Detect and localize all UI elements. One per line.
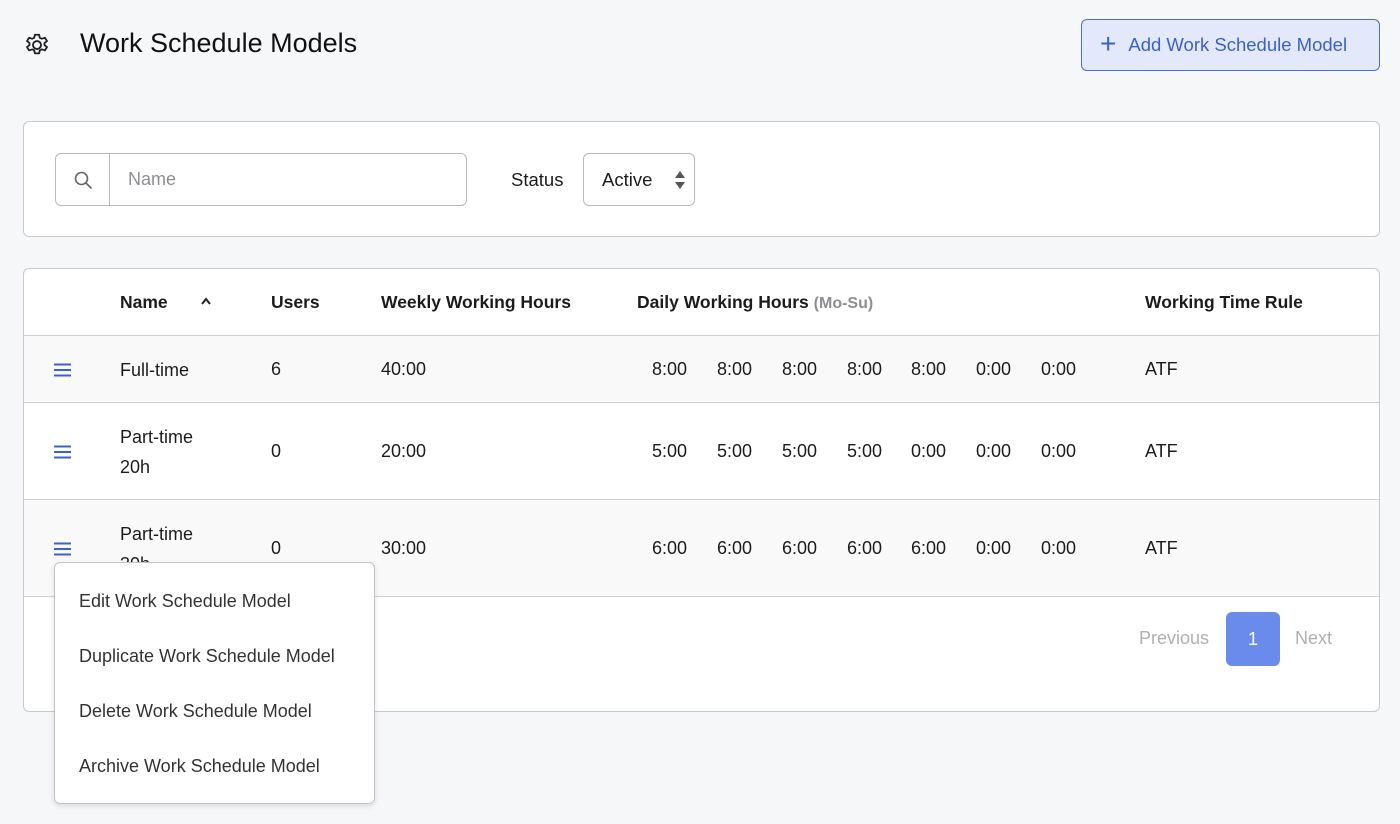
row-menu-icon[interactable]	[53, 541, 73, 557]
row-daily-hours-day: 8:00	[651, 358, 687, 379]
row-users: 6	[271, 358, 282, 379]
plus-icon: +	[1100, 28, 1117, 59]
search-icon-container	[56, 154, 110, 205]
row-name-line1: Part-time	[120, 426, 194, 447]
row-daily-hours-day: 6:00	[716, 537, 752, 558]
row-daily-hours-day: 6:00	[651, 537, 687, 558]
daily-hours-label: Daily Working Hours	[637, 292, 809, 312]
row-users: 0	[271, 537, 282, 558]
page-header: Work Schedule Models + Add Work Schedule…	[0, 0, 1400, 90]
row-name-line2: 20h	[120, 456, 151, 477]
daily-hours-suffix: (Mo-Su)	[813, 295, 874, 312]
status-select[interactable]: Active	[583, 153, 695, 206]
table-row: Full-time 6 40:00 8:00 8:00 8:00 8:00 8:00 0:00 0…	[24, 336, 1379, 403]
row-daily-hours-day: 5:00	[781, 440, 817, 461]
column-header-users[interactable]: Users	[271, 292, 320, 313]
menu-item-edit[interactable]: Edit Work Schedule Model	[79, 591, 291, 612]
previous-page-button[interactable]: Previous	[1139, 628, 1209, 649]
row-name: Part-time 20h	[120, 422, 193, 482]
row-daily-hours-day: 5:00	[716, 440, 752, 461]
row-daily-hours-day: 8:00	[846, 358, 882, 379]
row-daily-hours-day: 6:00	[910, 537, 946, 558]
filter-panel: Status Active	[23, 121, 1380, 237]
column-header-daily-hours: Daily Working Hours (Mo-Su)	[637, 292, 873, 313]
row-weekly-hours: 40:00	[381, 358, 427, 379]
row-daily-hours-day: 0:00	[975, 440, 1011, 461]
column-header-weekly-hours: Weekly Working Hours	[381, 292, 571, 312]
row-daily-hours-day: 0:00	[975, 358, 1011, 379]
select-arrows-icon	[675, 171, 685, 189]
row-daily-hours-day: 5:00	[846, 440, 882, 461]
row-daily-hours-day: 0:00	[910, 440, 946, 461]
status-label: Status	[511, 169, 564, 190]
row-users: 0	[271, 440, 282, 461]
menu-item-archive[interactable]: Archive Work Schedule Model	[79, 756, 320, 777]
column-header-name[interactable]: Name	[120, 292, 168, 313]
add-work-schedule-model-button[interactable]: + Add Work Schedule Model	[1081, 19, 1380, 71]
search-field	[55, 153, 467, 206]
column-header-working-time-rule: Working Time Rule	[1145, 292, 1303, 312]
row-name-line1: Part-time	[120, 523, 194, 544]
sort-ascending-icon[interactable]	[200, 296, 212, 306]
next-page-button[interactable]: Next	[1295, 628, 1332, 649]
name-search-input[interactable]	[110, 154, 466, 205]
row-daily-hours-day: 0:00	[1040, 358, 1076, 379]
add-button-label: Add Work Schedule Model	[1128, 34, 1348, 55]
table-header: Name Users Weekly Working Hours Daily Wo…	[24, 269, 1379, 336]
row-daily-hours-day: 6:00	[781, 537, 817, 558]
pagination: Previous 1 Next	[1079, 612, 1379, 666]
row-context-menu: Edit Work Schedule Model Duplicate Work …	[54, 562, 375, 804]
search-icon	[74, 171, 92, 189]
row-working-time-rule: ATF	[1145, 358, 1178, 379]
page-button-current[interactable]: 1	[1226, 612, 1280, 666]
row-daily-hours-day: 0:00	[1040, 440, 1076, 461]
row-daily-hours-day: 8:00	[910, 358, 946, 379]
row-weekly-hours: 30:00	[381, 537, 427, 558]
row-working-time-rule: ATF	[1145, 440, 1178, 461]
row-working-time-rule: ATF	[1145, 537, 1178, 558]
row-daily-hours-day: 8:00	[781, 358, 817, 379]
row-name-line1: Full-time	[120, 359, 190, 380]
row-daily-hours-day: 0:00	[1040, 537, 1076, 558]
row-weekly-hours: 20:00	[381, 440, 427, 461]
status-selected-value: Active	[602, 168, 653, 190]
row-daily-hours-day: 0:00	[975, 537, 1011, 558]
menu-item-delete[interactable]: Delete Work Schedule Model	[79, 701, 312, 722]
row-daily-hours-day: 6:00	[846, 537, 882, 558]
page-title: Work Schedule Models	[80, 28, 358, 58]
gear-icon	[26, 33, 48, 55]
row-menu-icon[interactable]	[53, 362, 73, 378]
row-daily-hours-day: 5:00	[651, 440, 687, 461]
row-name: Full-time	[120, 355, 189, 385]
table-row: Part-time 20h 0 20:00 5:00 5:00 5:00 5:00 0:00 0:…	[24, 403, 1379, 500]
row-menu-icon[interactable]	[53, 444, 73, 460]
row-daily-hours-day: 8:00	[716, 358, 752, 379]
menu-item-duplicate[interactable]: Duplicate Work Schedule Model	[79, 646, 335, 667]
